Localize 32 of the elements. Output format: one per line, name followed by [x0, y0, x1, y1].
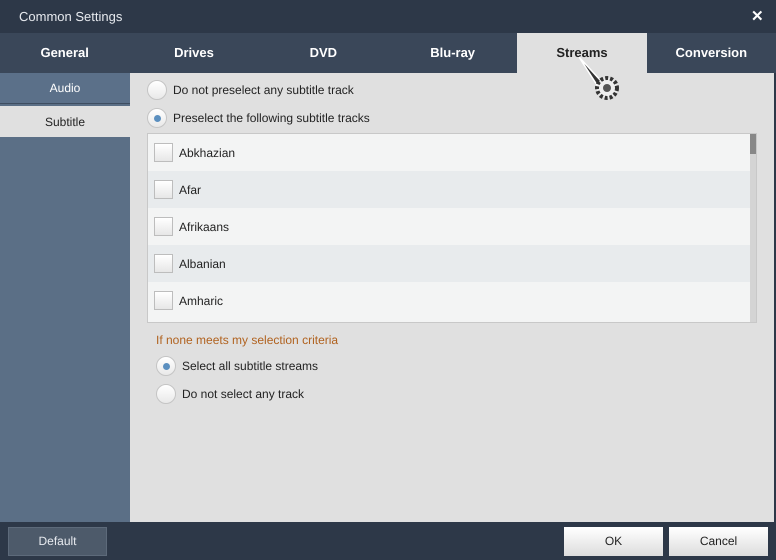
ok-button[interactable]: OK [564, 526, 663, 556]
language-label: Albanian [179, 256, 226, 272]
radio-button[interactable] [147, 80, 167, 100]
language-label: Afrikaans [179, 218, 230, 236]
cancel-button[interactable]: Cancel [669, 526, 768, 556]
window-title: Common Settings [19, 8, 122, 26]
sidebar-item[interactable]: Subtitle [0, 106, 130, 137]
language-label: Abkhazian [179, 144, 236, 162]
checkbox[interactable] [154, 143, 173, 162]
checkbox[interactable] [154, 254, 173, 273]
tab[interactable]: Conversion [646, 33, 776, 73]
tab[interactable]: Streams [517, 33, 647, 73]
checkbox[interactable] [154, 180, 173, 199]
checkbox[interactable] [154, 217, 173, 236]
tab[interactable]: General [0, 33, 130, 73]
radio-label: Preselect the following subtitle tracks [173, 110, 370, 127]
fallback-heading: If none meets my selection criteria [156, 332, 340, 349]
radio-label: Do not preselect any subtitle track [173, 82, 354, 99]
radio-label: Select all subtitle streams [182, 358, 318, 375]
tab[interactable]: Drives [129, 33, 259, 73]
default-button[interactable]: Default [8, 526, 107, 556]
radio-label: Do not select any track [182, 386, 304, 403]
checkbox[interactable] [154, 291, 173, 310]
radio-button[interactable] [156, 356, 176, 376]
close-button[interactable]: ✕ [751, 9, 764, 24]
language-label: Afar [179, 182, 202, 198]
radio-button[interactable] [156, 384, 176, 404]
scrollbar[interactable] [750, 134, 756, 322]
tab[interactable]: DVD [258, 33, 388, 73]
tab[interactable]: Blu-ray [388, 33, 518, 73]
language-label: Amharic [179, 292, 224, 310]
radio-button[interactable] [147, 108, 167, 128]
